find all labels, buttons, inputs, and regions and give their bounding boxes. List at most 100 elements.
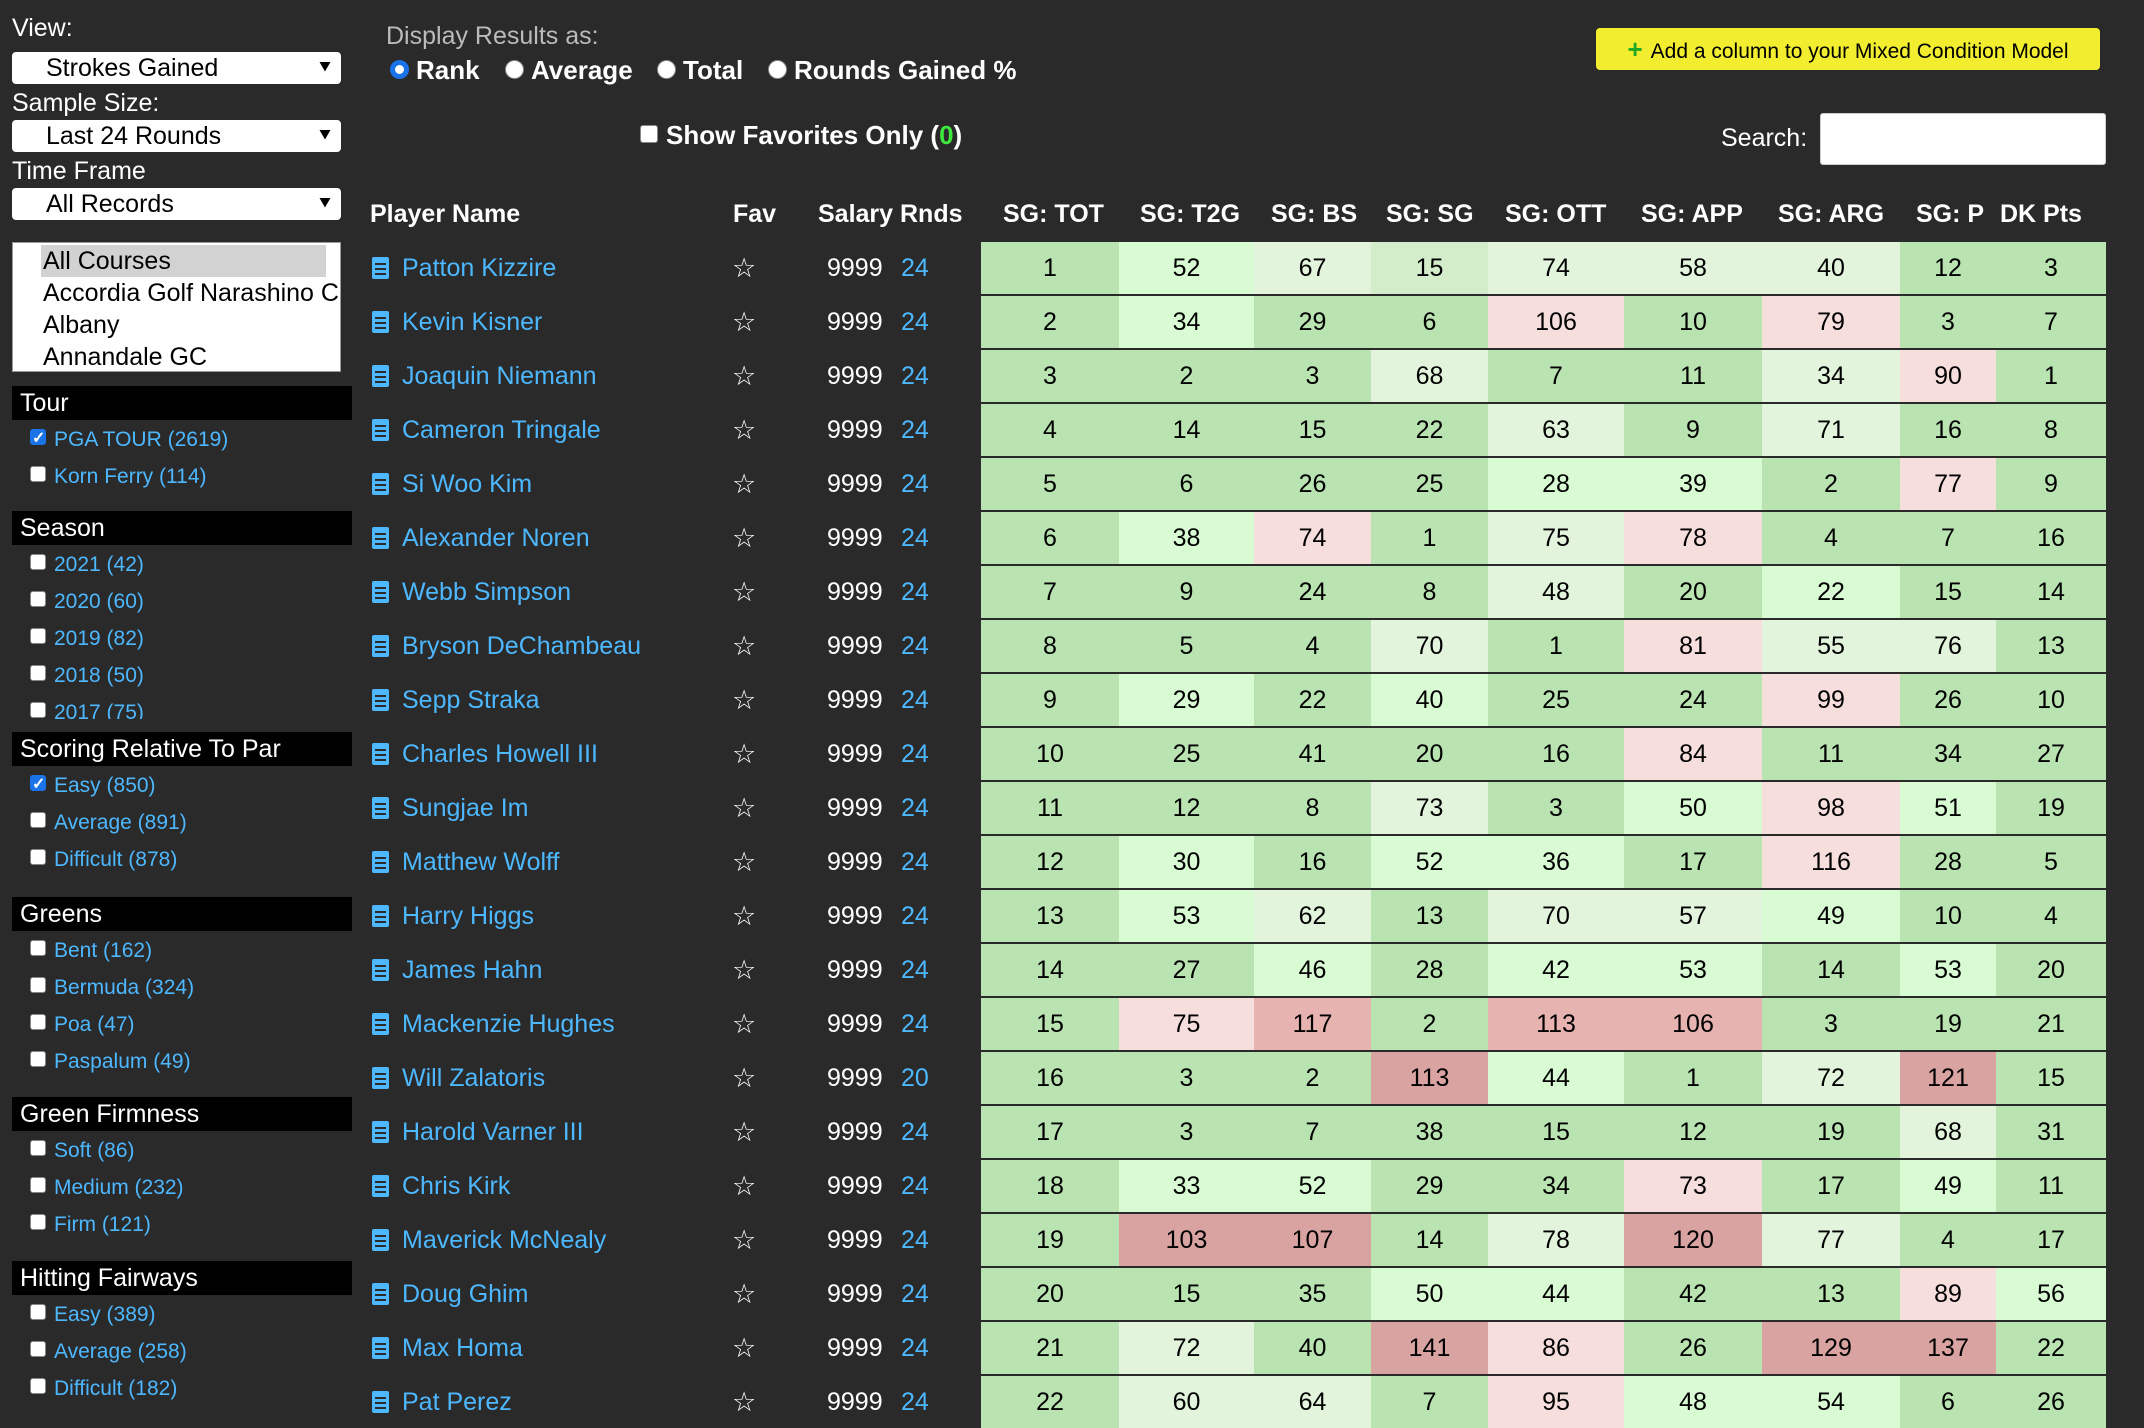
filter-checkbox[interactable]: [30, 1378, 46, 1395]
document-icon[interactable]: [372, 1067, 389, 1089]
filter-option[interactable]: Korn Ferry (114): [30, 463, 207, 491]
filter-checkbox[interactable]: [30, 702, 46, 719]
rounds-link[interactable]: 24: [901, 458, 929, 510]
document-icon[interactable]: [372, 473, 389, 495]
player-name-link[interactable]: Webb Simpson: [402, 566, 571, 618]
column-header[interactable]: SG: P: [1916, 200, 1984, 229]
player-name-link[interactable]: Maverick McNealy: [402, 1214, 606, 1266]
radio-button[interactable]: [505, 59, 524, 79]
document-icon[interactable]: [372, 1337, 389, 1359]
star-outline-icon[interactable]: ☆: [732, 674, 756, 726]
document-icon[interactable]: [372, 1229, 389, 1251]
filter-option[interactable]: Easy (389): [30, 1301, 156, 1329]
filter-option[interactable]: Difficult (182): [30, 1375, 177, 1403]
rounds-link[interactable]: 24: [901, 1160, 929, 1212]
display-option-rounds-gained[interactable]: Rounds Gained %: [768, 55, 1016, 86]
course-list[interactable]: All Courses Accordia Golf Narashino C Alba…: [12, 242, 341, 372]
star-outline-icon[interactable]: ☆: [732, 566, 756, 618]
filter-option[interactable]: Soft (86): [30, 1137, 135, 1165]
player-name-link[interactable]: Chris Kirk: [402, 1160, 510, 1212]
player-name-link[interactable]: James Hahn: [402, 944, 542, 996]
rounds-link[interactable]: 24: [901, 836, 929, 888]
radio-button[interactable]: [390, 59, 409, 79]
rounds-link[interactable]: 24: [901, 1322, 929, 1374]
course-option[interactable]: Accordia Golf Narashino C: [13, 277, 340, 309]
filter-option[interactable]: Poa (47): [30, 1011, 135, 1039]
rounds-link[interactable]: 24: [901, 512, 929, 564]
column-header[interactable]: SG: SG: [1386, 200, 1474, 229]
column-header[interactable]: SG: TOT: [1003, 200, 1104, 229]
star-outline-icon[interactable]: ☆: [732, 512, 756, 564]
filter-option[interactable]: Bermuda (324): [30, 974, 194, 1002]
filter-option[interactable]: Average (258): [30, 1338, 187, 1366]
rounds-link[interactable]: 24: [901, 242, 929, 294]
filter-option[interactable]: Easy (850): [30, 771, 156, 800]
filter-checkbox[interactable]: [30, 849, 46, 866]
document-icon[interactable]: [372, 689, 389, 711]
rounds-link[interactable]: 24: [901, 1214, 929, 1266]
star-outline-icon[interactable]: ☆: [732, 944, 756, 996]
document-icon[interactable]: [372, 797, 389, 819]
player-name-link[interactable]: Charles Howell III: [402, 728, 598, 780]
star-outline-icon[interactable]: ☆: [732, 1214, 756, 1266]
document-icon[interactable]: [372, 527, 389, 549]
star-outline-icon[interactable]: ☆: [732, 782, 756, 834]
document-icon[interactable]: [372, 581, 389, 603]
rounds-link[interactable]: 24: [901, 782, 929, 834]
course-option[interactable]: Albany: [13, 309, 340, 341]
filter-checkbox[interactable]: [30, 771, 46, 799]
column-header[interactable]: Rnds: [900, 200, 963, 229]
rounds-link[interactable]: 24: [901, 1106, 929, 1158]
filter-option[interactable]: PGA TOUR (2619): [30, 425, 228, 454]
filter-option[interactable]: Average (891): [30, 809, 187, 837]
player-name-link[interactable]: Max Homa: [402, 1322, 523, 1374]
document-icon[interactable]: [372, 1013, 389, 1035]
document-icon[interactable]: [372, 959, 389, 981]
rounds-link[interactable]: 24: [901, 728, 929, 780]
player-name-link[interactable]: Mackenzie Hughes: [402, 998, 615, 1050]
rounds-link[interactable]: 24: [901, 674, 929, 726]
filter-checkbox[interactable]: [30, 940, 46, 957]
rounds-link[interactable]: 24: [901, 1376, 929, 1428]
player-name-link[interactable]: Sepp Straka: [402, 674, 540, 726]
player-name-link[interactable]: Cameron Tringale: [402, 404, 601, 456]
filter-option[interactable]: Paspalum (49): [30, 1048, 191, 1076]
show-favorites-only-toggle[interactable]: Show Favorites Only (0): [640, 120, 962, 151]
column-header[interactable]: DK Pts: [2000, 200, 2082, 229]
star-outline-icon[interactable]: ☆: [732, 458, 756, 510]
column-header[interactable]: SG: ARG: [1778, 200, 1884, 229]
rounds-link[interactable]: 24: [901, 350, 929, 402]
player-name-link[interactable]: Doug Ghim: [402, 1268, 528, 1320]
column-header[interactable]: SG: APP: [1641, 200, 1743, 229]
player-name-link[interactable]: Matthew Wolff: [402, 836, 559, 888]
star-outline-icon[interactable]: ☆: [732, 404, 756, 456]
filter-checkbox[interactable]: [30, 425, 46, 453]
star-outline-icon[interactable]: ☆: [732, 1052, 756, 1104]
favorites-checkbox[interactable]: [640, 125, 658, 144]
filter-checkbox[interactable]: [30, 554, 46, 571]
column-header[interactable]: SG: T2G: [1140, 200, 1240, 229]
filter-option[interactable]: 2017 (75): [30, 699, 144, 719]
filter-checkbox[interactable]: [30, 1014, 46, 1031]
filter-option[interactable]: 2019 (82): [30, 625, 144, 653]
add-column-button[interactable]: + Add a column to your Mixed Condition Mo…: [1596, 28, 2100, 70]
star-outline-icon[interactable]: ☆: [732, 728, 756, 780]
course-option[interactable]: All Courses: [41, 245, 326, 277]
player-name-link[interactable]: Alexander Noren: [402, 512, 590, 564]
filter-checkbox[interactable]: [30, 1177, 46, 1194]
filter-checkbox[interactable]: [30, 628, 46, 645]
filter-checkbox[interactable]: [30, 1214, 46, 1231]
filter-checkbox[interactable]: [30, 1051, 46, 1068]
document-icon[interactable]: [372, 743, 389, 765]
rounds-link[interactable]: 24: [901, 296, 929, 348]
player-name-link[interactable]: Kevin Kisner: [402, 296, 542, 348]
player-name-link[interactable]: Bryson DeChambeau: [402, 620, 641, 672]
column-header[interactable]: SG: BS: [1271, 200, 1357, 229]
rounds-link[interactable]: 24: [901, 404, 929, 456]
filter-option[interactable]: Firm (121): [30, 1211, 151, 1239]
filter-checkbox[interactable]: [30, 977, 46, 994]
player-name-link[interactable]: Si Woo Kim: [402, 458, 532, 510]
filter-option[interactable]: 2020 (60): [30, 588, 144, 616]
star-outline-icon[interactable]: ☆: [732, 296, 756, 348]
column-header[interactable]: Fav: [733, 200, 776, 229]
